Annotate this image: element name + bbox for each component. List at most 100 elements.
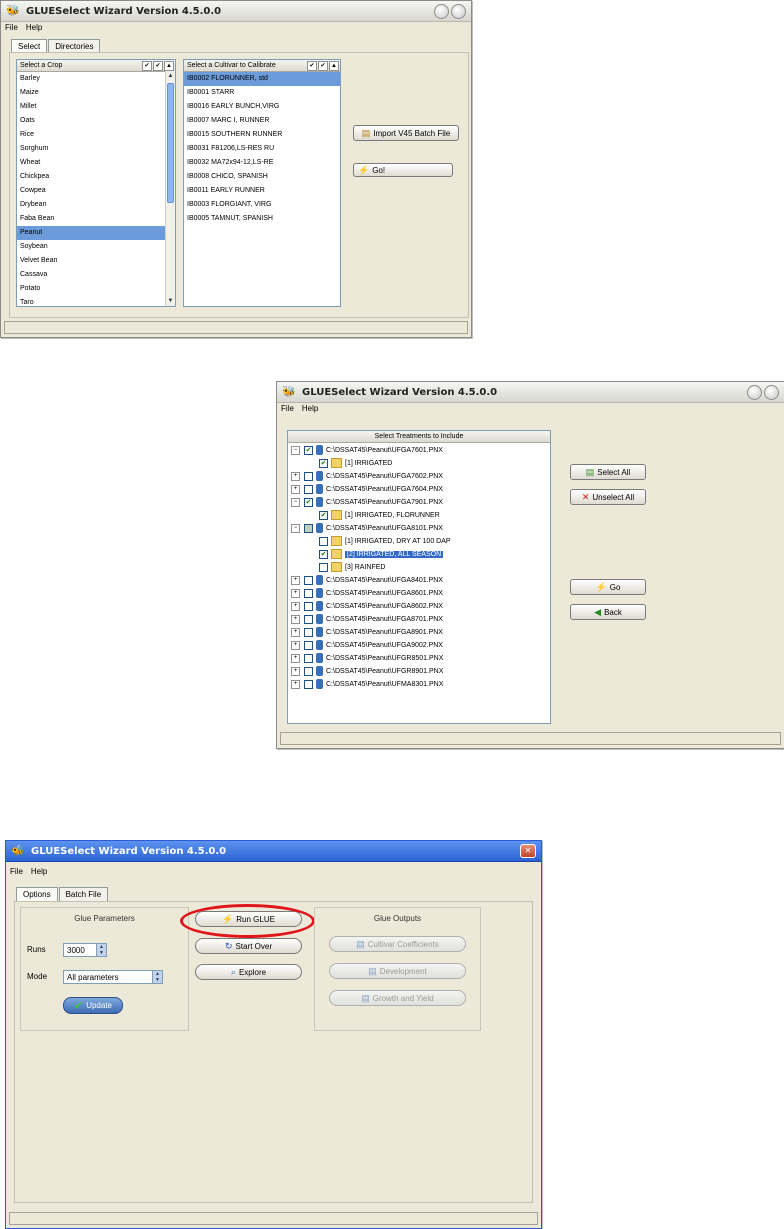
tree-file-row[interactable]: + C:\DSSAT45\Peanut\UFGA8701.PNX	[291, 613, 443, 625]
tab-select[interactable]: Select	[11, 39, 48, 53]
back-button[interactable]: ◀ Back	[570, 604, 646, 620]
tree-file-row[interactable]: + C:\DSSAT45\Peanut\UFGA8901.PNX	[291, 626, 443, 638]
checkbox[interactable]	[304, 471, 313, 481]
cultivar-list-item[interactable]: IB0032 MA72x94-12,LS-RE	[184, 156, 340, 170]
minimize-button[interactable]	[747, 384, 762, 400]
checkbox[interactable]	[304, 640, 313, 650]
crop-list-item[interactable]: Wheat	[17, 156, 165, 170]
mode-select[interactable]: All parameters ▲ ▼	[63, 970, 163, 984]
tab-batch-file[interactable]: Batch File	[58, 887, 109, 901]
start-over-button[interactable]: ↻ Start Over	[195, 938, 302, 954]
checkbox[interactable]	[304, 601, 313, 611]
checkbox[interactable]: ✔	[319, 458, 328, 468]
maximize-button[interactable]	[451, 3, 466, 19]
crop-list-item[interactable]: Cowpea	[17, 184, 165, 198]
check-dropdown-icon[interactable]: ✔	[318, 60, 328, 71]
go-button[interactable]: ⚡ Go	[570, 579, 646, 595]
tab-options[interactable]: Options	[16, 887, 58, 901]
close-button[interactable]: ✕	[520, 844, 536, 858]
tree-treatment-row[interactable]: ✔ [1] IRRIGATED	[319, 457, 392, 469]
development-button[interactable]: ▤ Development	[329, 963, 466, 979]
collapse-icon[interactable]: −	[291, 497, 300, 507]
expand-icon[interactable]: +	[291, 653, 300, 663]
cultivar-list-item[interactable]: IB0031 F81206,LS-RES RU	[184, 142, 340, 156]
crop-list-item[interactable]: Peanut	[17, 226, 165, 240]
minimize-button[interactable]	[434, 3, 449, 19]
check-dropdown-icon[interactable]: ✔	[153, 60, 163, 71]
cultivar-coefficients-button[interactable]: ▤ Cultivar Coefficients	[329, 936, 466, 952]
collapse-icon[interactable]: −	[291, 523, 300, 533]
checkbox[interactable]	[304, 523, 313, 533]
menu-file[interactable]: File	[10, 867, 23, 876]
expand-icon[interactable]: +	[291, 614, 300, 624]
tree-file-row[interactable]: + C:\DSSAT45\Peanut\UFGR8901.PNX	[291, 665, 443, 677]
tree-treatment-row[interactable]: ✔ [1] IRRIGATED, FLORUNNER	[319, 509, 440, 521]
tree-treatment-row[interactable]: ✔ [2] IRRIGATED, ALL SEASON	[319, 548, 444, 560]
select-all-button[interactable]: ▤ Select All	[570, 464, 646, 480]
crop-list-item[interactable]: Oats	[17, 114, 165, 128]
checkbox[interactable]	[304, 653, 313, 663]
cultivar-list-item[interactable]: IB0015 SOUTHERN RUNNER	[184, 128, 340, 142]
expand-icon[interactable]: +	[291, 484, 300, 494]
crop-list-scrollbar[interactable]: ▲ ▼	[165, 71, 175, 306]
checkbox[interactable]	[319, 562, 328, 572]
checkbox[interactable]	[304, 614, 313, 624]
menu-file[interactable]: File	[5, 23, 18, 32]
go-button[interactable]: ⚡ Go!	[353, 163, 453, 177]
checkbox[interactable]: ✔	[319, 510, 328, 520]
expand-icon[interactable]: +	[291, 601, 300, 611]
scroll-up-icon[interactable]: ▲	[166, 71, 175, 81]
scroll-down-icon[interactable]: ▼	[166, 296, 175, 306]
growth-and-yield-button[interactable]: ▤ Growth and Yield	[329, 990, 466, 1006]
update-button[interactable]: ✔ Update	[63, 997, 123, 1014]
menu-help[interactable]: Help	[302, 404, 318, 413]
expand-icon[interactable]: +	[291, 575, 300, 585]
expand-icon[interactable]: +	[291, 666, 300, 676]
cultivar-list-item[interactable]: IB0001 STARR	[184, 86, 340, 100]
crop-list[interactable]: Select a Crop ✔ ✔ ▲ Barley Maize Millet Oat…	[16, 59, 176, 307]
checkbox[interactable]	[304, 575, 313, 585]
menu-help[interactable]: Help	[26, 23, 42, 32]
crop-list-item[interactable]: Soybean	[17, 240, 165, 254]
checkbox[interactable]: ✔	[304, 497, 313, 507]
explore-button[interactable]: ⌕ Explore	[195, 964, 302, 980]
crop-list-item[interactable]: Barley	[17, 72, 165, 86]
checkbox[interactable]: ✔	[304, 445, 313, 455]
checkbox[interactable]	[304, 627, 313, 637]
check-all-icon[interactable]: ✔	[307, 60, 317, 71]
tree-treatment-row[interactable]: [3] RAINFED	[319, 561, 385, 573]
menu-file[interactable]: File	[281, 404, 294, 413]
checkbox[interactable]	[319, 536, 328, 546]
tree-file-row[interactable]: + C:\DSSAT45\Peanut\UFGA9002.PNX	[291, 639, 443, 651]
crop-list-item[interactable]: Maize	[17, 86, 165, 100]
checkbox[interactable]	[304, 679, 313, 689]
expand-icon[interactable]: +	[291, 471, 300, 481]
treatment-tree[interactable]: Select Treatments to Include − ✔ C:\DSSAT4…	[287, 430, 551, 724]
tree-file-row[interactable]: − ✔ C:\DSSAT45\Peanut\UFGA7901.PNX	[291, 496, 443, 508]
tab-directories[interactable]: Directories	[48, 39, 101, 53]
unselect-all-button[interactable]: ✕ Unselect All	[570, 489, 646, 505]
collapse-icon[interactable]: −	[291, 445, 300, 455]
tree-treatment-row[interactable]: [1] IRRIGATED, DRY AT 100 DAP	[319, 535, 451, 547]
scroll-thumb[interactable]	[167, 83, 174, 203]
crop-list-item[interactable]: Cassava	[17, 268, 165, 282]
cultivar-list[interactable]: Select a Cultivar to Calibrate ✔ ✔ ▲ IB0…	[183, 59, 341, 307]
crop-list-item[interactable]: Rice	[17, 128, 165, 142]
tree-file-row[interactable]: + C:\DSSAT45\Peanut\UFMA8301.PNX	[291, 678, 443, 690]
tree-file-row[interactable]: + C:\DSSAT45\Peanut\UFGA7604.PNX	[291, 483, 443, 495]
tree-file-row[interactable]: + C:\DSSAT45\Peanut\UFGA8601.PNX	[291, 587, 443, 599]
tree-file-row[interactable]: + C:\DSSAT45\Peanut\UFGR8501.PNX	[291, 652, 443, 664]
tree-file-row[interactable]: + C:\DSSAT45\Peanut\UFGA8401.PNX	[291, 574, 443, 586]
import-batch-file-button[interactable]: ▤ Import V45 Batch File	[353, 125, 459, 141]
crop-list-item[interactable]: Velvet Bean	[17, 254, 165, 268]
expand-icon[interactable]: +	[291, 640, 300, 650]
tree-file-row[interactable]: + C:\DSSAT45\Peanut\UFGA8602.PNX	[291, 600, 443, 612]
tree-file-row[interactable]: − ✔ C:\DSSAT45\Peanut\UFGA7601.PNX	[291, 444, 443, 456]
crop-list-item[interactable]: Drybean	[17, 198, 165, 212]
tree-file-row[interactable]: − C:\DSSAT45\Peanut\UFGA8101.PNX	[291, 522, 443, 534]
expand-icon[interactable]: +	[291, 679, 300, 689]
checkbox[interactable]: ✔	[319, 549, 328, 559]
maximize-button[interactable]	[764, 384, 779, 400]
tree-file-row[interactable]: + C:\DSSAT45\Peanut\UFGA7602.PNX	[291, 470, 443, 482]
crop-list-item[interactable]: Taro	[17, 296, 165, 306]
